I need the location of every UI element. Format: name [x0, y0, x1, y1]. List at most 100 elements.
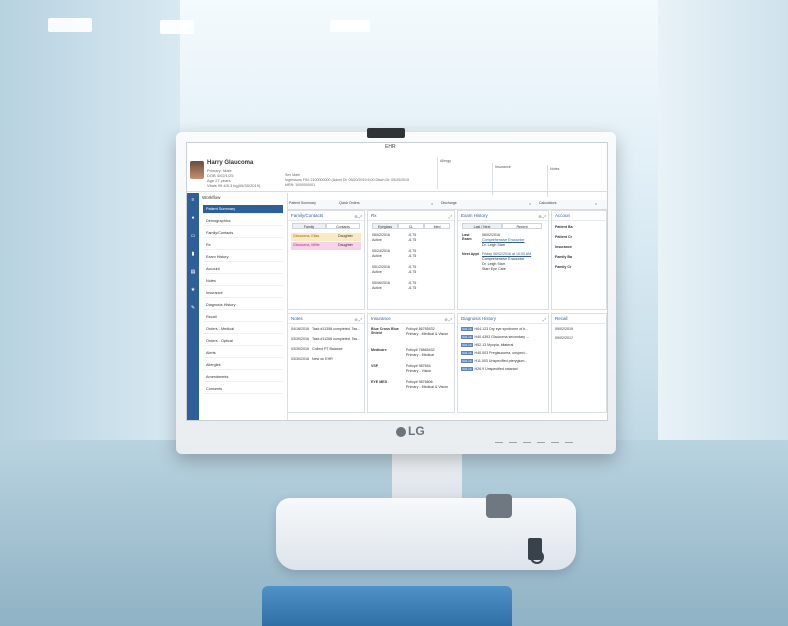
close-icon[interactable]: × [529, 201, 531, 206]
close-icon[interactable]: × [431, 201, 433, 206]
exam-tab-recent[interactable]: Recent [502, 223, 542, 229]
document-icon[interactable]: ▤ [190, 269, 196, 275]
insurance-carrier[interactable]: Medicare [371, 348, 387, 352]
diagnosis-row[interactable]: ICD-10 H40.003 Preglaucoma, unspeci... [461, 351, 528, 355]
diagnosis-panel: Diagnosis History ⤢ ICD-10 H04.123 Dry eye… [457, 313, 549, 413]
tab-quick-orders[interactable]: Quick Orders [339, 201, 360, 205]
workflow-item[interactable]: Diagnosis History [203, 301, 283, 310]
patient-detail-line: Sex Male [285, 173, 300, 177]
account-row[interactable]: Insurance [555, 245, 572, 249]
workflow-item[interactable]: Insurance [203, 289, 283, 298]
insurance-carrier[interactable]: EYE MED [371, 380, 387, 384]
rx-date[interactable]: 05/12/2016 [372, 265, 390, 269]
tab-discharge[interactable]: Discharge [441, 201, 457, 205]
pencil-icon[interactable]: ✎ [190, 305, 196, 311]
workflow-item[interactable]: Consents [203, 385, 283, 394]
expand-icon[interactable]: ⤢ [449, 212, 452, 221]
workflow-title: Workflow [202, 195, 221, 200]
monitor-button[interactable] [537, 436, 545, 443]
rx-value: -6.75 [408, 286, 417, 290]
workflow-item[interactable]: Orders - Medical [203, 325, 283, 334]
family-tab[interactable]: Family [292, 223, 326, 229]
recall-date[interactable]: 09/02/2017 [555, 336, 573, 340]
workflow-item[interactable]: Account [203, 265, 283, 274]
icd-badge: ICD-10 [461, 359, 473, 363]
diagnosis-row[interactable]: ICD-10 H52.13 Myopia, bilateral [461, 343, 513, 347]
patient-info-line: Vitals 99.4/5.3 kg(09/30/2019) [207, 183, 261, 188]
star-icon[interactable]: ★ [190, 287, 196, 293]
expand-icon[interactable]: ⤢ [543, 315, 546, 324]
account-row[interactable]: Patient Cr [555, 235, 572, 239]
notes-box[interactable]: Notes [547, 165, 607, 197]
account-row[interactable]: Family Cr [555, 265, 571, 269]
account-row[interactable]: Family Ba [555, 255, 572, 259]
family-name[interactable]: Glaucoma, Elias [293, 234, 319, 238]
workflow-item[interactable]: Recall [203, 313, 283, 322]
diagnosis-row[interactable]: ICD-10 H40.4393 Glaucoma secondary ... [461, 335, 529, 339]
monitor-button[interactable] [523, 436, 531, 443]
insurance-carrier[interactable]: Blue Cross Blue Shield [371, 327, 401, 335]
note-text[interactable]: Task #11358 completed. Tas... [312, 327, 360, 331]
chart-icon[interactable]: ▮ [190, 251, 196, 257]
contacts-tab[interactable]: Contacts [326, 223, 360, 229]
panel-controls-icon[interactable]: ⊕ ⤢ [444, 315, 452, 324]
diagnosis-row[interactable]: ICD-10 H11.003 Unspecified pterygium... [461, 359, 527, 363]
next-appt-type: Comprehensive Encounter [482, 257, 525, 261]
cart-dial-icon[interactable] [530, 550, 544, 564]
exam-tab-last-next[interactable]: Last / Next [462, 223, 502, 229]
note-date: 03/30/2016 [291, 357, 309, 361]
tab-patient-summary[interactable]: Patient Summary [289, 201, 316, 205]
workflow-item[interactable]: Demographics [203, 217, 283, 226]
insurance-carrier[interactable]: VSP [371, 364, 378, 368]
monitor-button[interactable] [495, 436, 503, 443]
last-exam-link[interactable]: Comprehensive Encounter [482, 238, 525, 242]
monitor-button[interactable] [509, 436, 517, 443]
avatar [190, 161, 204, 179]
allergy-box[interactable]: Allergy [437, 157, 492, 189]
person-icon[interactable]: ● [190, 215, 196, 221]
close-icon[interactable]: × [595, 201, 597, 206]
menu-icon[interactable]: ≡ [190, 197, 196, 203]
calendar-icon[interactable]: ▭ [190, 233, 196, 239]
insurance-box[interactable]: Insurance [492, 163, 547, 195]
panel-controls-icon[interactable]: ⊕ ⤢ [354, 315, 362, 324]
rx-status: Active [372, 238, 382, 242]
rx-tab-cl[interactable]: CL [398, 223, 424, 229]
power-button[interactable] [565, 436, 573, 443]
rx-panel: Rx ⤢ Eyeglass CL Med 06/02/2016 Active -6… [367, 210, 455, 310]
workflow-item[interactable]: Family/Contacts [203, 229, 283, 238]
panel-controls-icon[interactable]: ⊕ ⤢ [354, 212, 362, 221]
notes-title: Notes ⊕ ⤢ [288, 314, 364, 324]
next-appt-link[interactable]: Friday 06/02/2016 at 10:00 AM [482, 252, 531, 256]
diagnosis-row[interactable]: ICD-10 H04.123 Dry eye syndrome of b... [461, 327, 528, 331]
workflow-item[interactable]: Notes [203, 277, 283, 286]
workflow-item[interactable]: Patient Summary [203, 205, 283, 214]
family-name[interactable]: Glaucoma, Millie [293, 243, 320, 247]
ceiling-light [48, 18, 92, 32]
tab-calculators[interactable]: Calculators [539, 201, 557, 205]
patient-detail-line: Ingressors FIN: 2100000000 (Admit Dt: 09… [285, 178, 410, 182]
workflow-item[interactable]: Amendments [203, 373, 283, 382]
rx-tab-med[interactable]: Med [424, 223, 450, 229]
note-text[interactable]: Collect PT Balance [312, 347, 343, 351]
account-row[interactable]: Patient Ba [555, 225, 573, 229]
note-text[interactable]: Task #11266 completed. Tas... [312, 337, 360, 341]
rx-tab-eyeglass[interactable]: Eyeglass [372, 223, 398, 229]
workflow-item[interactable]: Exam History [203, 253, 283, 262]
monitor-button[interactable] [551, 436, 559, 443]
insurance-type: Primary - Medical & Vision [406, 385, 449, 389]
rx-date[interactable]: 05/24/2016 [372, 249, 390, 253]
workflow-item[interactable]: Allergies [203, 361, 283, 370]
exam-title: Exam History ⊕ ⤢ [458, 211, 548, 221]
cart-knob[interactable] [486, 494, 512, 518]
recall-date[interactable]: 09/02/2019 [555, 327, 573, 331]
note-text[interactable]: New on EHR [312, 357, 333, 361]
workflow-item[interactable]: Rx [203, 241, 283, 250]
rx-date[interactable]: 05/06/2016 [372, 281, 390, 285]
workflow-item[interactable]: Alerts [203, 349, 283, 358]
panel-controls-icon[interactable]: ⊕ ⤢ [538, 212, 546, 221]
family-title: Family/Contacts ⊕ ⤢ [288, 211, 364, 221]
diagnosis-row[interactable]: ICD-10 H26.9 Unspecified cataract [461, 367, 518, 371]
workflow-item[interactable]: Orders - Optical [203, 337, 283, 346]
rx-date[interactable]: 06/02/2016 [372, 233, 390, 237]
